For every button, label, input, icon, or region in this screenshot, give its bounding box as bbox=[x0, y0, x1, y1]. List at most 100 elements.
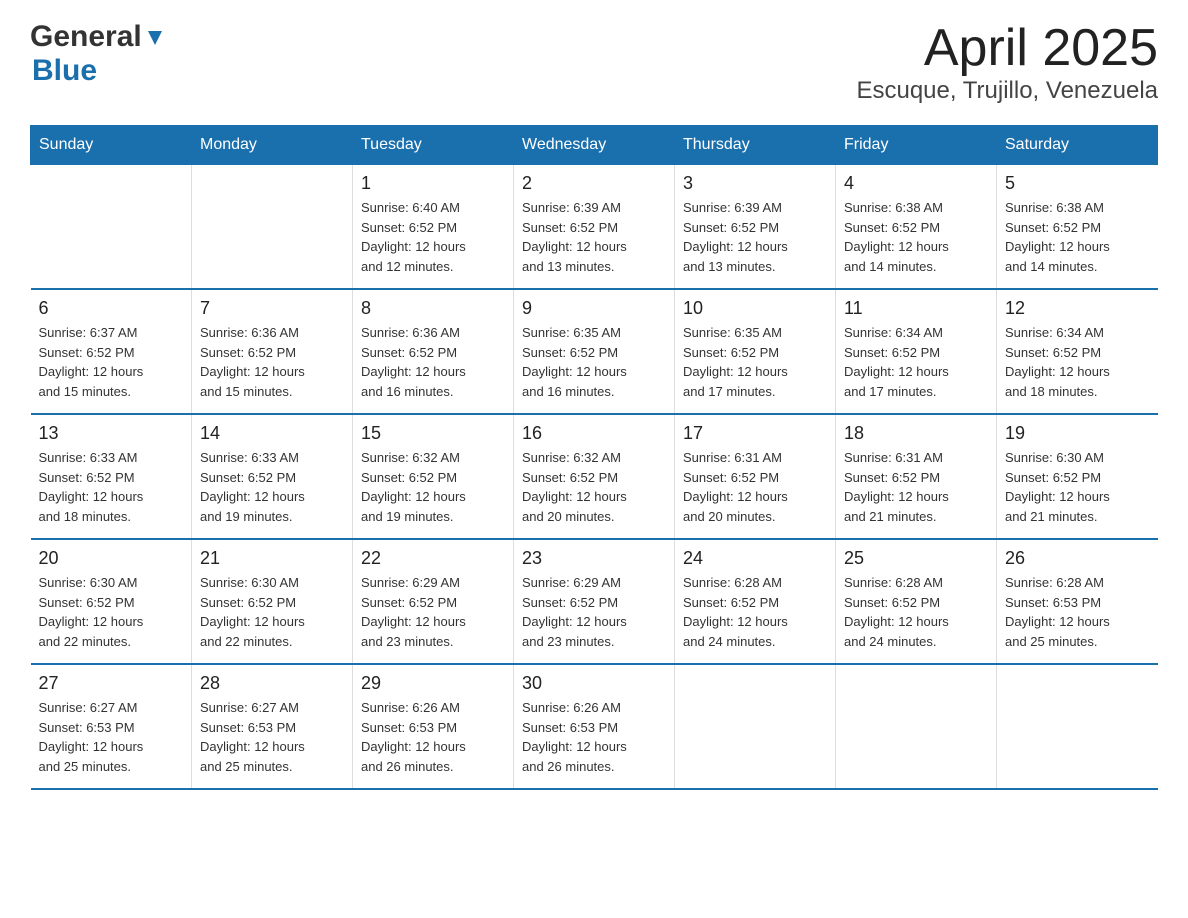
day-info: Sunrise: 6:39 AMSunset: 6:52 PMDaylight:… bbox=[683, 198, 827, 276]
day-info: Sunrise: 6:34 AMSunset: 6:52 PMDaylight:… bbox=[844, 323, 988, 401]
day-cell: 28 Sunrise: 6:27 AMSunset: 6:53 PMDayligh… bbox=[192, 664, 353, 789]
day-number: 3 bbox=[683, 173, 827, 194]
day-number: 14 bbox=[200, 423, 344, 444]
day-cell: 9 Sunrise: 6:35 AMSunset: 6:52 PMDaylight… bbox=[514, 289, 675, 414]
day-info: Sunrise: 6:27 AMSunset: 6:53 PMDaylight:… bbox=[200, 698, 344, 776]
day-cell: 30 Sunrise: 6:26 AMSunset: 6:53 PMDayligh… bbox=[514, 664, 675, 789]
header-day-sunday: Sunday bbox=[31, 126, 192, 165]
logo-general-text: General bbox=[30, 20, 142, 54]
calendar-body: 1 Sunrise: 6:40 AMSunset: 6:52 PMDaylight… bbox=[31, 165, 1158, 790]
day-info: Sunrise: 6:30 AMSunset: 6:52 PMDaylight:… bbox=[200, 573, 344, 651]
day-number: 10 bbox=[683, 298, 827, 319]
day-info: Sunrise: 6:39 AMSunset: 6:52 PMDaylight:… bbox=[522, 198, 666, 276]
day-number: 18 bbox=[844, 423, 988, 444]
day-number: 27 bbox=[39, 673, 184, 694]
day-info: Sunrise: 6:36 AMSunset: 6:52 PMDaylight:… bbox=[361, 323, 505, 401]
day-cell: 24Sunrise: 6:28 AMSunset: 6:52 PMDayligh… bbox=[675, 539, 836, 664]
day-number: 22 bbox=[361, 548, 505, 569]
day-cell: 20 Sunrise: 6:30 AMSunset: 6:52 PMDayligh… bbox=[31, 539, 192, 664]
day-number: 24 bbox=[683, 548, 827, 569]
day-cell: 19 Sunrise: 6:30 AMSunset: 6:52 PMDayligh… bbox=[997, 414, 1158, 539]
day-info: Sunrise: 6:27 AMSunset: 6:53 PMDaylight:… bbox=[39, 698, 184, 776]
day-info: Sunrise: 6:34 AMSunset: 6:52 PMDaylight:… bbox=[1005, 323, 1150, 401]
day-number: 30 bbox=[522, 673, 666, 694]
day-number: 19 bbox=[1005, 423, 1150, 444]
calendar-table: SundayMondayTuesdayWednesdayThursdayFrid… bbox=[30, 125, 1158, 790]
day-number: 8 bbox=[361, 298, 505, 319]
day-number: 4 bbox=[844, 173, 988, 194]
header-day-thursday: Thursday bbox=[675, 126, 836, 165]
day-cell: 14Sunrise: 6:33 AMSunset: 6:52 PMDayligh… bbox=[192, 414, 353, 539]
day-cell: 29Sunrise: 6:26 AMSunset: 6:53 PMDayligh… bbox=[353, 664, 514, 789]
day-info: Sunrise: 6:30 AMSunset: 6:52 PMDaylight:… bbox=[1005, 448, 1150, 526]
day-info: Sunrise: 6:28 AMSunset: 6:53 PMDaylight:… bbox=[1005, 573, 1150, 651]
day-cell bbox=[192, 165, 353, 290]
day-info: Sunrise: 6:35 AMSunset: 6:52 PMDaylight:… bbox=[522, 323, 666, 401]
day-info: Sunrise: 6:26 AMSunset: 6:53 PMDaylight:… bbox=[522, 698, 666, 776]
day-info: Sunrise: 6:32 AMSunset: 6:52 PMDaylight:… bbox=[522, 448, 666, 526]
day-cell: 11 Sunrise: 6:34 AMSunset: 6:52 PMDayligh… bbox=[836, 289, 997, 414]
day-cell: 22Sunrise: 6:29 AMSunset: 6:52 PMDayligh… bbox=[353, 539, 514, 664]
day-cell: 23 Sunrise: 6:29 AMSunset: 6:52 PMDayligh… bbox=[514, 539, 675, 664]
day-cell: 13Sunrise: 6:33 AMSunset: 6:52 PMDayligh… bbox=[31, 414, 192, 539]
day-cell: 8 Sunrise: 6:36 AMSunset: 6:52 PMDaylight… bbox=[353, 289, 514, 414]
day-number: 11 bbox=[844, 298, 988, 319]
day-info: Sunrise: 6:38 AMSunset: 6:52 PMDaylight:… bbox=[1005, 198, 1150, 276]
page-header: General Blue April 2025 Escuque, Trujill… bbox=[30, 20, 1158, 105]
day-number: 16 bbox=[522, 423, 666, 444]
day-info: Sunrise: 6:26 AMSunset: 6:53 PMDaylight:… bbox=[361, 698, 505, 776]
header-day-tuesday: Tuesday bbox=[353, 126, 514, 165]
day-cell: 7 Sunrise: 6:36 AMSunset: 6:52 PMDaylight… bbox=[192, 289, 353, 414]
header-day-friday: Friday bbox=[836, 126, 997, 165]
day-number: 26 bbox=[1005, 548, 1150, 569]
day-cell: 2 Sunrise: 6:39 AMSunset: 6:52 PMDaylight… bbox=[514, 165, 675, 290]
day-number: 6 bbox=[39, 298, 184, 319]
day-info: Sunrise: 6:40 AMSunset: 6:52 PMDaylight:… bbox=[361, 198, 505, 276]
logo: General Blue bbox=[30, 20, 166, 88]
day-number: 20 bbox=[39, 548, 184, 569]
week-row-1: 1 Sunrise: 6:40 AMSunset: 6:52 PMDaylight… bbox=[31, 165, 1158, 290]
week-row-5: 27 Sunrise: 6:27 AMSunset: 6:53 PMDayligh… bbox=[31, 664, 1158, 789]
month-title: April 2025 bbox=[856, 20, 1158, 77]
header-day-wednesday: Wednesday bbox=[514, 126, 675, 165]
day-info: Sunrise: 6:31 AMSunset: 6:52 PMDaylight:… bbox=[844, 448, 988, 526]
day-info: Sunrise: 6:37 AMSunset: 6:52 PMDaylight:… bbox=[39, 323, 184, 401]
day-info: Sunrise: 6:36 AMSunset: 6:52 PMDaylight:… bbox=[200, 323, 344, 401]
header-row: SundayMondayTuesdayWednesdayThursdayFrid… bbox=[31, 126, 1158, 165]
day-cell bbox=[31, 165, 192, 290]
day-cell: 27 Sunrise: 6:27 AMSunset: 6:53 PMDayligh… bbox=[31, 664, 192, 789]
day-number: 1 bbox=[361, 173, 505, 194]
header-day-saturday: Saturday bbox=[997, 126, 1158, 165]
day-number: 23 bbox=[522, 548, 666, 569]
day-number: 28 bbox=[200, 673, 344, 694]
logo-arrow-icon bbox=[144, 27, 166, 49]
day-number: 7 bbox=[200, 298, 344, 319]
header-day-monday: Monday bbox=[192, 126, 353, 165]
day-number: 12 bbox=[1005, 298, 1150, 319]
day-cell: 17Sunrise: 6:31 AMSunset: 6:52 PMDayligh… bbox=[675, 414, 836, 539]
day-cell: 12 Sunrise: 6:34 AMSunset: 6:52 PMDayligh… bbox=[997, 289, 1158, 414]
day-cell bbox=[836, 664, 997, 789]
day-cell bbox=[675, 664, 836, 789]
day-cell: 6 Sunrise: 6:37 AMSunset: 6:52 PMDaylight… bbox=[31, 289, 192, 414]
week-row-2: 6 Sunrise: 6:37 AMSunset: 6:52 PMDaylight… bbox=[31, 289, 1158, 414]
title-block: April 2025 Escuque, Trujillo, Venezuela bbox=[856, 20, 1158, 105]
day-info: Sunrise: 6:35 AMSunset: 6:52 PMDaylight:… bbox=[683, 323, 827, 401]
logo-blue-text: Blue bbox=[32, 54, 97, 87]
day-info: Sunrise: 6:29 AMSunset: 6:52 PMDaylight:… bbox=[522, 573, 666, 651]
day-number: 17 bbox=[683, 423, 827, 444]
week-row-3: 13Sunrise: 6:33 AMSunset: 6:52 PMDayligh… bbox=[31, 414, 1158, 539]
day-cell: 3 Sunrise: 6:39 AMSunset: 6:52 PMDaylight… bbox=[675, 165, 836, 290]
day-cell: 21Sunrise: 6:30 AMSunset: 6:52 PMDayligh… bbox=[192, 539, 353, 664]
day-info: Sunrise: 6:32 AMSunset: 6:52 PMDaylight:… bbox=[361, 448, 505, 526]
day-cell: 25Sunrise: 6:28 AMSunset: 6:52 PMDayligh… bbox=[836, 539, 997, 664]
day-info: Sunrise: 6:38 AMSunset: 6:52 PMDaylight:… bbox=[844, 198, 988, 276]
day-number: 2 bbox=[522, 173, 666, 194]
day-info: Sunrise: 6:30 AMSunset: 6:52 PMDaylight:… bbox=[39, 573, 184, 651]
day-number: 9 bbox=[522, 298, 666, 319]
day-number: 13 bbox=[39, 423, 184, 444]
day-cell: 16 Sunrise: 6:32 AMSunset: 6:52 PMDayligh… bbox=[514, 414, 675, 539]
day-cell: 4 Sunrise: 6:38 AMSunset: 6:52 PMDaylight… bbox=[836, 165, 997, 290]
day-cell: 18 Sunrise: 6:31 AMSunset: 6:52 PMDayligh… bbox=[836, 414, 997, 539]
day-cell: 26 Sunrise: 6:28 AMSunset: 6:53 PMDayligh… bbox=[997, 539, 1158, 664]
